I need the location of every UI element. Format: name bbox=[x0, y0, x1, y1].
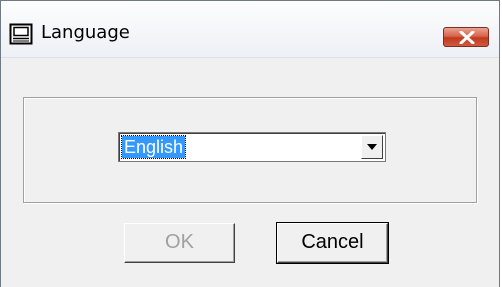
language-select[interactable]: English bbox=[118, 132, 386, 162]
language-dialog: Language English OK Cancel bbox=[0, 0, 500, 287]
monitor-icon bbox=[9, 23, 33, 45]
close-button[interactable] bbox=[443, 27, 489, 47]
window-title: Language bbox=[41, 22, 130, 43]
title-bar[interactable]: Language bbox=[1, 1, 499, 58]
chevron-down-icon bbox=[367, 144, 377, 150]
ok-button[interactable]: OK bbox=[124, 223, 235, 263]
dropdown-button[interactable] bbox=[361, 135, 383, 159]
cancel-button[interactable]: Cancel bbox=[276, 222, 389, 264]
close-icon bbox=[459, 31, 475, 44]
language-select-value: English bbox=[120, 135, 187, 159]
